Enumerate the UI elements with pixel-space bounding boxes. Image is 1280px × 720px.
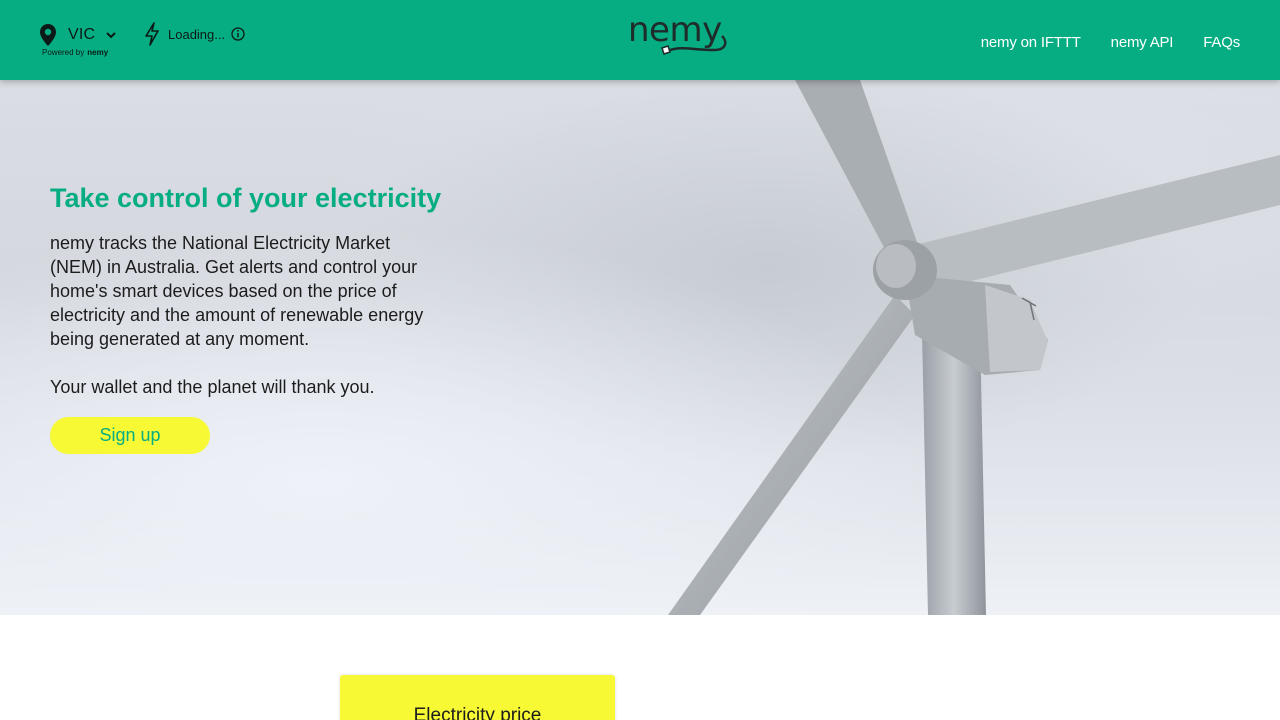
location-pin-icon xyxy=(40,24,56,46)
hero-content: Take control of your electricity nemy tr… xyxy=(50,182,450,454)
nav-link-faqs[interactable]: FAQs xyxy=(1203,34,1240,51)
plug-cord-icon xyxy=(661,35,727,55)
hero-tagline: Your wallet and the planet will thank yo… xyxy=(50,377,375,397)
main-nav: nemy on IFTTT nemy API FAQs xyxy=(981,0,1240,84)
powered-by: Powered by nemy xyxy=(42,48,108,57)
powered-by-brand: nemy xyxy=(87,48,109,57)
signup-button[interactable]: Sign up xyxy=(50,417,210,454)
card-title: Electricity price xyxy=(413,705,542,720)
nemy-logo[interactable]: nemy xyxy=(624,10,734,66)
powered-by-label: Powered by xyxy=(42,48,85,57)
hero-description: nemy tracks the National Electricity Mar… xyxy=(50,233,424,349)
region-selector[interactable]: VIC xyxy=(38,22,117,48)
chevron-down-icon[interactable] xyxy=(105,29,117,41)
lightning-bolt-icon xyxy=(145,22,159,46)
region-label: VIC xyxy=(68,26,96,43)
hero-title: Take control of your electricity xyxy=(50,183,442,213)
nav-link-api[interactable]: nemy API xyxy=(1111,34,1174,51)
top-header: VIC Powered by nemy Loading... nemy nemy… xyxy=(0,0,1280,80)
nav-link-ifttt[interactable]: nemy on IFTTT xyxy=(981,34,1081,51)
electricity-price-card: Electricity price xyxy=(340,675,615,720)
price-status: Loading... xyxy=(143,21,245,47)
hero-section: Take control of your electricity nemy tr… xyxy=(0,80,1280,615)
info-icon[interactable] xyxy=(231,27,245,41)
status-text: Loading... xyxy=(168,26,226,42)
